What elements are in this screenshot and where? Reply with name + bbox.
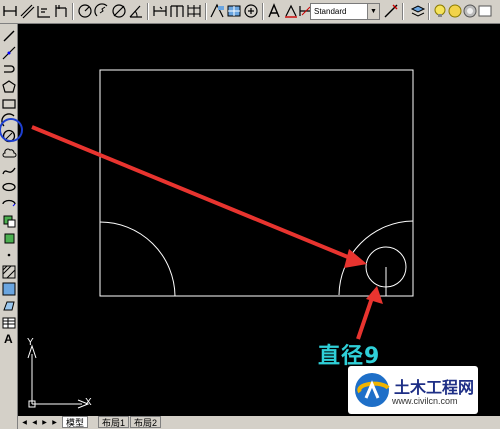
hatch-icon[interactable] [1, 264, 17, 280]
tab-next-icon[interactable]: ▶ [40, 417, 49, 428]
point-icon[interactable] [1, 247, 17, 263]
layer-lock-icon[interactable] [462, 3, 478, 19]
ellipse-icon[interactable] [1, 179, 17, 195]
dim-diameter-icon[interactable] [111, 3, 127, 19]
quick-dim-icon[interactable] [152, 3, 168, 19]
polyline-icon[interactable] [1, 62, 17, 78]
layer-color-icon[interactable] [477, 3, 493, 19]
ucs-y-label: Y [27, 337, 34, 348]
annotation-arrow-short [356, 286, 383, 340]
table-icon[interactable] [1, 315, 17, 331]
drawing-canvas[interactable]: Y X [0, 24, 500, 416]
make-block-icon[interactable] [1, 230, 17, 246]
dim-style-value: Standard [314, 7, 347, 16]
ucs-x-label: X [85, 397, 92, 408]
dim-aligned-icon[interactable] [19, 3, 35, 19]
site-watermark: 土木工程网 www.civilcn.com [348, 366, 478, 414]
dim-angular-icon[interactable] [128, 3, 144, 19]
ellipse-arc-icon[interactable] [1, 196, 17, 212]
center-mark-icon[interactable] [243, 3, 259, 19]
annotation-arrow-long [31, 125, 367, 268]
tool-highlight-circle [0, 118, 23, 142]
rectangle-icon[interactable] [1, 96, 17, 112]
draw-toolbar: A [0, 24, 18, 429]
dim-radius-icon[interactable] [77, 3, 93, 19]
tab-last-icon[interactable]: ▶ [50, 417, 59, 428]
layer-freeze-icon[interactable] [447, 3, 463, 19]
region-icon[interactable] [1, 298, 17, 314]
construction-line-icon[interactable] [1, 45, 17, 61]
tab-layout2[interactable]: 布局2 [130, 416, 162, 428]
line-icon[interactable] [1, 28, 17, 44]
tab-prev-icon[interactable]: ◀ [30, 417, 39, 428]
spline-icon[interactable] [1, 162, 17, 178]
layer-on-icon[interactable] [432, 3, 448, 19]
dim-style-manager-icon[interactable] [383, 3, 399, 19]
left-quarter-arc[interactable] [99, 221, 176, 297]
watermark-url: www.civilcn.com [392, 396, 458, 406]
dim-continue-icon[interactable] [186, 3, 202, 19]
top-toolbar: Standard ▼ [0, 0, 500, 24]
layer-manager-icon[interactable] [410, 3, 426, 19]
watermark-title: 土木工程网 [394, 378, 475, 397]
dim-baseline2-icon[interactable] [169, 3, 185, 19]
site-logo [355, 373, 390, 407]
tab-model[interactable]: 模型 [62, 416, 89, 428]
gradient-icon[interactable] [1, 281, 17, 297]
dim-ordinate-icon[interactable] [36, 3, 52, 19]
tab-layout1[interactable]: 布局1 [98, 416, 130, 428]
tab-first-icon[interactable]: ◀ [20, 417, 29, 428]
polygon-icon[interactable] [1, 79, 17, 95]
dim-jogged-icon[interactable] [94, 3, 110, 19]
drawing-svg [27, 69, 414, 409]
tolerance-icon[interactable] [209, 3, 225, 19]
insert-block-icon[interactable] [1, 213, 17, 229]
dim-table-icon[interactable] [226, 3, 242, 19]
dim-baseline-icon[interactable] [53, 3, 69, 19]
dim-style-select[interactable]: Standard ▼ [310, 3, 380, 20]
ucs-icon [27, 344, 90, 409]
rectangle-outline[interactable] [99, 69, 414, 297]
multiline-text-icon[interactable]: A [4, 332, 13, 346]
dim-edit-icon[interactable] [266, 3, 282, 19]
chevron-down-icon[interactable]: ▼ [367, 4, 379, 19]
layout-tabs: ◀ ◀ ▶ ▶ 模型 布局1 布局2 [18, 416, 500, 429]
dim-text-edit-icon[interactable] [283, 3, 299, 19]
dim-linear-icon[interactable] [2, 3, 18, 19]
